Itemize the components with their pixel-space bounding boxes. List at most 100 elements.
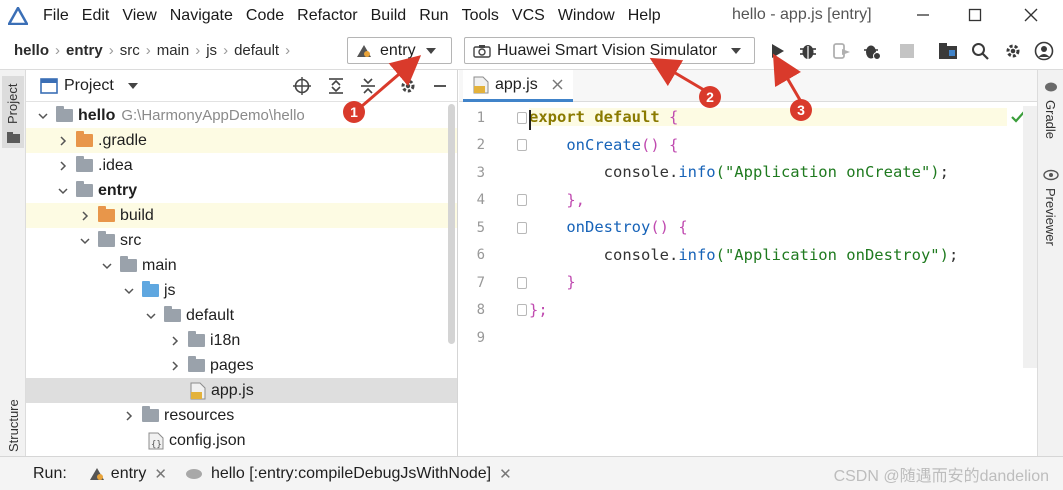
breadcrumb-src[interactable]: src bbox=[120, 42, 140, 59]
debug-icon[interactable] bbox=[798, 41, 818, 61]
fold-marker-icon[interactable] bbox=[517, 304, 527, 316]
chevron-right-icon[interactable] bbox=[78, 209, 92, 223]
tree-item-main[interactable]: main bbox=[26, 253, 457, 278]
menu-file[interactable]: File bbox=[43, 7, 69, 25]
menu-view[interactable]: View bbox=[122, 7, 156, 25]
breadcrumb-js[interactable]: js bbox=[206, 42, 217, 59]
fold-marker-icon[interactable] bbox=[517, 112, 527, 124]
project-structure-icon[interactable] bbox=[938, 41, 958, 61]
project-tool-window-button[interactable]: Project bbox=[2, 76, 24, 148]
chevron-down-icon[interactable] bbox=[122, 284, 136, 298]
tree-item-gradle[interactable]: .gradle bbox=[26, 128, 457, 153]
maximize-icon[interactable] bbox=[962, 4, 988, 26]
chevron-right-icon[interactable] bbox=[56, 159, 70, 173]
chevron-right-icon[interactable] bbox=[168, 334, 182, 348]
project-panel-title[interactable]: Project bbox=[64, 77, 114, 95]
tree-item-pages[interactable]: pages bbox=[26, 353, 457, 378]
menu-build[interactable]: Build bbox=[371, 7, 407, 25]
menu-run[interactable]: Run bbox=[419, 7, 448, 25]
breadcrumb-default[interactable]: default bbox=[234, 42, 279, 59]
stop-icon[interactable] bbox=[897, 41, 917, 61]
tree-item-src[interactable]: src bbox=[26, 228, 457, 253]
chevron-down-icon[interactable] bbox=[127, 82, 138, 89]
code-line-2[interactable]: onCreate() { bbox=[529, 136, 678, 154]
run-icon[interactable] bbox=[768, 41, 788, 61]
run-tab-compile[interactable]: hello [:entry:compileDebugJsWithNode] ✕ bbox=[185, 465, 512, 483]
tree-item-resources[interactable]: resources bbox=[26, 403, 457, 428]
chevron-right-icon[interactable] bbox=[168, 359, 182, 373]
chevron-down-icon[interactable] bbox=[36, 109, 50, 123]
account-avatar-icon[interactable] bbox=[1034, 41, 1054, 61]
editor-gutter: 1 2 3 4 5 6 7 8 9 bbox=[459, 103, 529, 456]
code-line-8[interactable]: }; bbox=[529, 301, 548, 319]
line-number: 3 bbox=[476, 165, 485, 181]
collapse-all-icon[interactable] bbox=[358, 76, 378, 96]
chevron-right-icon[interactable] bbox=[122, 409, 136, 423]
tree-item-i18n[interactable]: i18n bbox=[26, 328, 457, 353]
menu-edit[interactable]: Edit bbox=[82, 7, 110, 25]
close-window-icon[interactable] bbox=[1018, 4, 1044, 26]
close-tab-icon[interactable]: ✕ bbox=[499, 465, 512, 483]
menu-navigate[interactable]: Navigate bbox=[170, 7, 233, 25]
breadcrumb-entry[interactable]: entry bbox=[66, 42, 103, 59]
previewer-tool-window-button[interactable]: Previewer bbox=[1040, 164, 1062, 264]
tree-item-app-js[interactable]: app.js bbox=[26, 378, 457, 403]
folder-icon bbox=[7, 130, 20, 147]
tree-item-hello[interactable]: hello G:\HarmonyAppDemo\hello bbox=[26, 103, 457, 128]
expand-all-icon[interactable] bbox=[326, 76, 346, 96]
tree-item-default[interactable]: default bbox=[26, 303, 457, 328]
search-icon[interactable] bbox=[970, 41, 990, 61]
code-line-6[interactable]: console.info("Application onDestroy"); bbox=[529, 246, 959, 264]
chevron-down-icon[interactable] bbox=[78, 234, 92, 248]
chevron-down-icon[interactable] bbox=[100, 259, 114, 273]
minimize-icon[interactable] bbox=[910, 4, 936, 26]
code-line-3[interactable]: console.info("Application onCreate"); bbox=[529, 163, 949, 181]
chevron-right-icon[interactable] bbox=[56, 134, 70, 148]
code-line-5[interactable]: onDestroy() { bbox=[529, 218, 687, 236]
fold-marker-icon[interactable] bbox=[517, 194, 527, 206]
breadcrumb-main[interactable]: main bbox=[157, 42, 190, 59]
device-selector[interactable]: Huawei Smart Vision Simulator bbox=[464, 37, 755, 64]
menu-vcs[interactable]: VCS bbox=[512, 7, 545, 25]
structure-tool-window-button[interactable]: Structure bbox=[2, 370, 24, 454]
module-folder-icon bbox=[76, 181, 93, 197]
code-line-4[interactable]: }, bbox=[529, 191, 585, 209]
profile-icon[interactable] bbox=[862, 41, 882, 61]
project-scrollbar[interactable] bbox=[448, 104, 455, 344]
module-selector[interactable]: entry bbox=[347, 37, 452, 64]
code-line-7[interactable]: } bbox=[529, 273, 575, 291]
close-tab-icon[interactable]: ✕ bbox=[154, 465, 167, 483]
fold-marker-icon[interactable] bbox=[517, 277, 527, 289]
breadcrumb-hello[interactable]: hello bbox=[14, 42, 49, 59]
editor-tab-app-js[interactable]: app.js bbox=[463, 70, 573, 102]
tree-item-config-json[interactable]: {} config.json bbox=[26, 428, 457, 453]
menu-window[interactable]: Window bbox=[558, 7, 615, 25]
attach-debugger-icon[interactable] bbox=[832, 41, 852, 61]
code-line-1[interactable]: export default { bbox=[529, 108, 1007, 126]
chevron-down-icon[interactable] bbox=[56, 184, 70, 198]
hide-panel-icon[interactable] bbox=[430, 76, 450, 96]
text-cursor bbox=[529, 110, 531, 130]
menu-code[interactable]: Code bbox=[246, 7, 284, 25]
tree-item-entry[interactable]: entry bbox=[26, 178, 457, 203]
chevron-down-icon[interactable] bbox=[144, 309, 158, 323]
run-tab-entry[interactable]: entry ✕ bbox=[89, 465, 167, 483]
fold-marker-icon[interactable] bbox=[517, 222, 527, 234]
fold-marker-icon[interactable] bbox=[517, 139, 527, 151]
close-tab-icon[interactable] bbox=[552, 79, 563, 90]
tree-item-js[interactable]: js bbox=[26, 278, 457, 303]
locate-target-icon[interactable] bbox=[292, 76, 312, 96]
code-token: ("Application onCreate") bbox=[715, 163, 940, 181]
menu-help[interactable]: Help bbox=[628, 7, 661, 25]
chevron-down-icon bbox=[731, 47, 742, 54]
settings-gear-icon[interactable] bbox=[398, 76, 418, 96]
editor-scrollbar[interactable] bbox=[1023, 106, 1037, 368]
code-token: info bbox=[678, 246, 716, 264]
tree-item-idea[interactable]: .idea bbox=[26, 153, 457, 178]
settings-gear-icon[interactable] bbox=[1003, 41, 1023, 61]
tree-item-build[interactable]: build bbox=[26, 203, 457, 228]
gradle-tool-window-button[interactable]: Gradle bbox=[1040, 76, 1062, 152]
menu-refactor[interactable]: Refactor bbox=[297, 7, 357, 25]
resources-folder-icon bbox=[142, 406, 159, 422]
menu-tools[interactable]: Tools bbox=[462, 7, 499, 25]
